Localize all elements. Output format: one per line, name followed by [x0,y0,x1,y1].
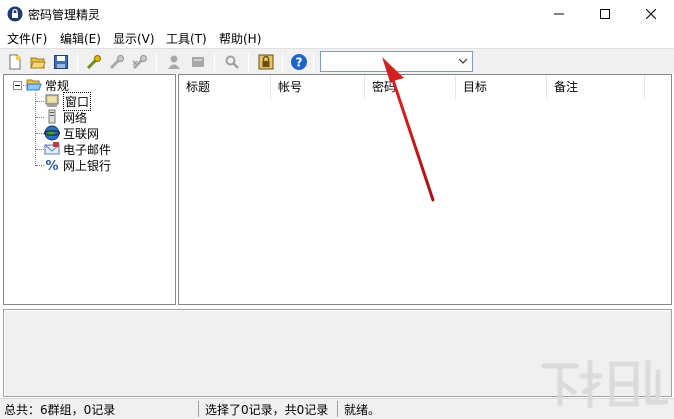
card-button[interactable] [188,52,208,72]
tree-node-label: 电子邮件 [63,142,112,157]
category-tree[interactable]: 常规 窗口 网络 互联网 电子邮件 % 网上银行 [3,74,176,305]
help-icon: ? [291,54,307,70]
column-header-password[interactable]: 密码 [365,75,456,99]
maximize-icon [600,9,610,19]
search-combobox[interactable] [320,51,473,72]
add-entry-button[interactable] [84,52,104,72]
menu-tools[interactable]: 工具(T) [166,30,207,47]
tree-node-online-banking[interactable]: % 网上银行 [44,157,112,174]
edit-key-icon [109,55,124,70]
globe-icon [44,125,60,141]
lock-button[interactable] [256,52,276,72]
menu-view[interactable]: 显示(V) [113,30,155,47]
close-button[interactable] [628,0,674,28]
status-selection: 选择了0记录，共0记录 [205,403,329,417]
close-icon [646,9,656,19]
status-bar: 总共：6群组，0记录 选择了0记录，共0记录 就绪。 [0,398,674,419]
toolbar: ? [0,48,674,74]
menu-edit[interactable]: 编辑(E) [60,30,101,47]
column-header-title[interactable]: 标题 [179,75,271,99]
tree-node-network[interactable]: 网络 [44,109,87,125]
card-icon [192,57,204,67]
add-key-icon [86,55,101,70]
delete-key-icon [132,55,147,70]
svg-text:%: % [45,159,58,173]
search-button[interactable] [222,52,242,72]
tree-collapse-toggle[interactable] [13,81,22,90]
tree-connector [35,93,36,166]
network-icon [48,109,56,124]
save-button[interactable] [51,52,71,72]
title-bar: 密码管理精灵 [0,0,674,28]
email-icon [44,142,60,155]
menu-bar: 文件(F) 编辑(E) 显示(V) 工具(T) 帮助(H) [0,28,674,48]
help-button[interactable]: ? [289,52,309,72]
column-header-notes[interactable]: 备注 [547,75,645,99]
folder-open-icon [26,79,42,91]
window-title: 密码管理精灵 [28,8,101,22]
svg-text:?: ? [296,56,303,70]
tree-node-label: 互联网 [63,126,100,141]
toolbar-separator [77,53,78,71]
column-header-account[interactable]: 帐号 [271,75,365,99]
app-lock-icon [7,6,23,22]
new-file-icon [9,54,21,70]
tree-connector [36,133,44,134]
window-app-icon [45,94,59,107]
delete-entry-button[interactable] [130,52,150,72]
toolbar-separator [214,53,215,71]
user-button[interactable] [164,52,184,72]
menu-file[interactable]: 文件(F) [7,30,47,47]
tree-node-label: 网络 [63,110,88,125]
tree-connector [36,165,44,166]
user-icon [168,55,180,69]
maximize-button[interactable] [582,0,628,28]
open-folder-icon [30,57,46,69]
tree-node-window[interactable]: 窗口 [44,91,92,111]
detail-panel [3,309,672,397]
status-total: 总共：6群组，0记录 [4,403,116,417]
tree-connector [36,149,44,150]
entries-list[interactable]: 标题 帐号 密码 目标 备注 [178,74,672,305]
open-button[interactable] [28,52,48,72]
status-state: 就绪。 [344,403,381,417]
save-disk-icon [54,55,68,69]
tree-connector [36,101,44,102]
tree-node-email[interactable]: 电子邮件 [44,141,111,157]
tree-node-internet[interactable]: 互联网 [44,125,99,141]
toolbar-separator [313,53,314,71]
status-separator [198,401,199,417]
tree-connector [36,117,44,118]
chevron-down-icon[interactable] [458,55,468,67]
new-button[interactable] [5,52,25,72]
toolbar-separator [248,53,249,71]
menu-help[interactable]: 帮助(H) [219,30,261,47]
lock-icon [258,54,274,70]
column-header-target[interactable]: 目标 [456,75,547,99]
bank-percent-icon: % [45,159,58,173]
status-separator [337,401,338,417]
edit-entry-button[interactable] [107,52,127,72]
minimize-icon [554,13,564,15]
minimize-button[interactable] [536,0,582,28]
list-header: 标题 帐号 密码 目标 备注 [179,75,671,99]
toolbar-separator [156,53,157,71]
toolbar-separator [282,53,283,71]
tree-node-label: 网上银行 [63,158,112,173]
search-icon [225,55,239,69]
